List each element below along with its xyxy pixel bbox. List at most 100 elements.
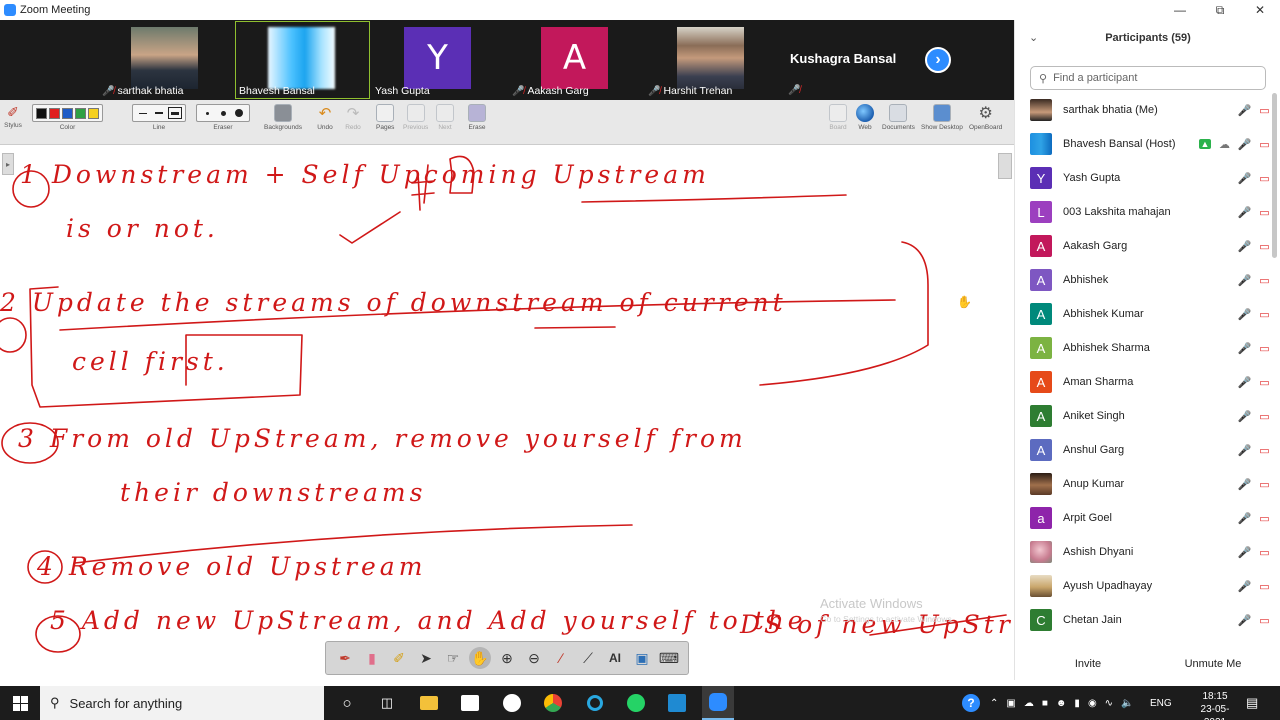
participant-row[interactable]: sarthak bhatia (Me) 🎤 ▭ xyxy=(1015,93,1271,127)
participant-row[interactable]: Ayush Upadhayay 🎤 ▭ xyxy=(1015,569,1271,603)
laser-icon[interactable]: ∕ xyxy=(550,647,572,669)
video-off-icon[interactable]: ▭ xyxy=(1258,308,1271,321)
video-tile[interactable]: Bhavesh Bansal xyxy=(235,21,370,99)
redo-button[interactable]: ↷ Redo xyxy=(344,104,362,131)
participant-list-scrollbar[interactable] xyxy=(1272,93,1277,258)
participant-row[interactable]: A Abhishek Kumar 🎤 ▭ xyxy=(1015,297,1271,331)
erase-button[interactable]: Erase xyxy=(468,104,486,131)
task-view-icon[interactable]: ◫ xyxy=(376,692,398,714)
file-explorer-icon[interactable] xyxy=(418,692,440,714)
mic-muted-icon[interactable]: 🎤 xyxy=(1238,376,1252,389)
eraser-medium-icon[interactable] xyxy=(216,107,230,119)
line-thin-icon[interactable] xyxy=(136,107,150,119)
participant-row[interactable]: Bhavesh Bansal (Host) ▲ ☁ 🎤 ▭ xyxy=(1015,127,1271,161)
vscode-icon[interactable] xyxy=(666,692,688,714)
camera-icon[interactable]: ◉ xyxy=(1088,698,1097,709)
notification-icon[interactable]: ▤ xyxy=(1246,695,1258,711)
video-off-icon[interactable]: ▭ xyxy=(1258,478,1271,491)
video-off-icon[interactable]: ▭ xyxy=(1258,206,1271,219)
mic-muted-icon[interactable]: 🎤 xyxy=(1238,240,1252,253)
backgrounds-button[interactable]: Backgrounds xyxy=(264,104,302,131)
store-icon[interactable] xyxy=(459,692,481,714)
mic-muted-icon[interactable]: 🎤 xyxy=(1238,308,1252,321)
taskbar-search-input[interactable]: Search for anything xyxy=(70,696,183,711)
video-off-icon[interactable]: ▭ xyxy=(1258,444,1271,457)
participant-row[interactable]: A Aman Sharma 🎤 ▭ xyxy=(1015,365,1271,399)
color-picker[interactable]: Color xyxy=(32,104,103,131)
video-tile[interactable]: Kushagra Bansal 🎤̸ xyxy=(780,20,915,98)
video-off-icon[interactable]: ▭ xyxy=(1258,376,1271,389)
pen-icon[interactable]: ✒ xyxy=(334,647,356,669)
color-swatch[interactable] xyxy=(75,107,86,119)
chevron-up-icon[interactable]: ⌃ xyxy=(990,698,998,709)
invite-button[interactable]: Invite xyxy=(1015,650,1161,678)
language-indicator[interactable]: ENG xyxy=(1150,698,1172,709)
color-swatch[interactable] xyxy=(62,107,73,119)
eraser-small-icon[interactable] xyxy=(200,107,214,119)
zoom-in-icon[interactable]: ⊕ xyxy=(496,647,518,669)
video-tile[interactable]: Y Yash Gupta xyxy=(371,21,506,99)
whiteboard-canvas[interactable]: ▸ 1 Downstream + Self Upcoming Upstream … xyxy=(0,145,1014,680)
eraser-size-picker[interactable]: Eraser xyxy=(196,104,250,131)
mic-muted-icon[interactable]: 🎤 xyxy=(1238,274,1252,287)
windows-start-icon[interactable] xyxy=(9,692,31,714)
video-off-icon[interactable]: ▭ xyxy=(1258,104,1271,117)
wifi-icon[interactable]: ∿ xyxy=(1105,698,1113,709)
mic-muted-icon[interactable]: 🎤 xyxy=(1238,342,1252,355)
line-thick-icon[interactable] xyxy=(168,107,182,119)
participant-row[interactable]: A Abhishek 🎤 ▭ xyxy=(1015,263,1271,297)
stylus-tool[interactable]: ✐ Stylus xyxy=(4,104,22,130)
pointer-icon[interactable]: ➤ xyxy=(415,647,437,669)
video-tile[interactable]: 🎤̸ sarthak bhatia xyxy=(98,21,233,99)
network-device-icon[interactable]: ▣ xyxy=(1006,698,1015,709)
taskbar-search[interactable]: ⚲ Search for anything xyxy=(40,686,324,720)
show-desktop-button[interactable]: Show Desktop xyxy=(921,104,963,131)
mic-muted-icon[interactable]: 🎤 xyxy=(1238,410,1252,423)
eraser-icon[interactable]: ▮ xyxy=(361,647,383,669)
video-off-icon[interactable]: ▭ xyxy=(1258,580,1271,593)
chrome-icon[interactable] xyxy=(542,692,564,714)
video-off-icon[interactable]: ▭ xyxy=(1258,274,1271,287)
cortana-icon[interactable]: ○ xyxy=(336,692,358,714)
hand-icon[interactable]: ☞ xyxy=(442,647,464,669)
color-swatch[interactable] xyxy=(49,107,60,119)
eraser-large-icon[interactable] xyxy=(232,107,246,119)
mic-muted-icon[interactable]: 🎤 xyxy=(1238,444,1252,457)
minimize-icon[interactable]: — xyxy=(1160,0,1200,20)
video-off-icon[interactable]: ▭ xyxy=(1258,240,1271,253)
participant-search-input[interactable]: Find a participant xyxy=(1053,72,1137,84)
highlighter-icon[interactable]: ✐ xyxy=(388,647,410,669)
mic-icon[interactable]: 🎤 xyxy=(1238,172,1252,185)
github-icon[interactable] xyxy=(501,692,523,714)
video-off-icon[interactable]: ▭ xyxy=(1258,342,1271,355)
video-off-icon[interactable]: ▭ xyxy=(1258,512,1271,525)
video-off-icon[interactable]: ▭ xyxy=(1258,138,1271,151)
next-page-button[interactable]: Next xyxy=(436,104,454,131)
volume-icon[interactable]: 🔈 xyxy=(1121,698,1133,709)
line-medium-icon[interactable] xyxy=(152,107,166,119)
zoom-out-icon[interactable]: ⊖ xyxy=(523,647,545,669)
mic-icon[interactable]: 🎤 xyxy=(1238,138,1252,151)
zoom-icon[interactable] xyxy=(702,686,734,720)
pages-button[interactable]: Pages xyxy=(376,104,394,131)
previous-page-button[interactable]: Previous xyxy=(403,104,428,131)
cortana-app-icon[interactable] xyxy=(584,692,606,714)
participant-row[interactable]: A Aniket Singh 🎤 ▭ xyxy=(1015,399,1271,433)
video-tile[interactable]: A 🎤̸ Aakash Garg xyxy=(508,21,643,99)
mic-muted-icon[interactable]: 🎤 xyxy=(1238,512,1252,525)
openboard-menu[interactable]: ⚙ OpenBoard xyxy=(969,104,1002,131)
mic-muted-icon[interactable]: 🎤 xyxy=(1238,104,1252,117)
line-width-picker[interactable]: Line xyxy=(132,104,186,131)
line-icon[interactable]: ⟋ xyxy=(577,647,599,669)
participant-row[interactable]: C Chetan Jain 🎤 ▭ xyxy=(1015,603,1271,637)
video-off-icon[interactable]: ▭ xyxy=(1258,614,1271,627)
undo-button[interactable]: ↶ Undo xyxy=(316,104,334,131)
participant-search[interactable]: ⚲ Find a participant xyxy=(1030,66,1266,90)
security-icon[interactable]: ■ xyxy=(1042,698,1048,709)
participant-row[interactable]: L 003 Lakshita mahajan 🎤 ▭ xyxy=(1015,195,1271,229)
video-off-icon[interactable]: ▭ xyxy=(1258,546,1271,559)
participant-row[interactable]: Anup Kumar 🎤 ▭ xyxy=(1015,467,1271,501)
next-page-button[interactable]: › xyxy=(925,47,951,73)
keyboard-icon[interactable]: ⌨ xyxy=(658,647,680,669)
video-tile[interactable]: 🎤̸ Harshit Trehan xyxy=(644,21,779,99)
